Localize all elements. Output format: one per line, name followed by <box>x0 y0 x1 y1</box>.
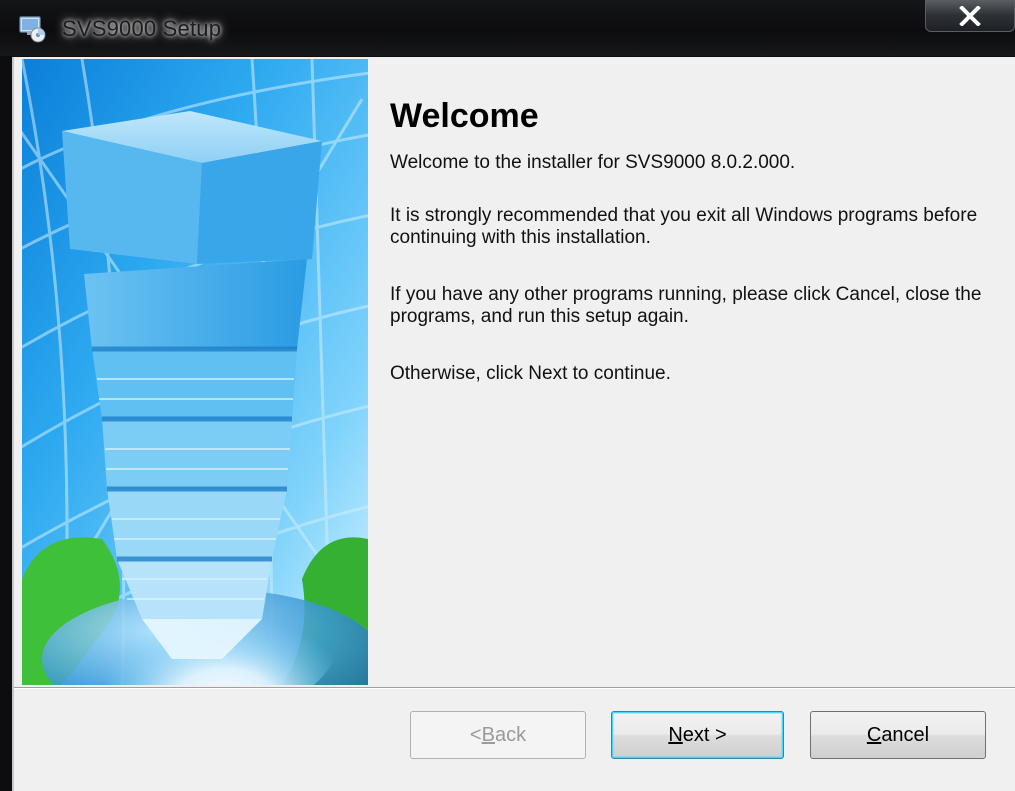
tower-globe-banner <box>22 59 368 685</box>
intro-text: Welcome to the installer for SVS9000 8.0… <box>390 152 796 173</box>
setup-window: SVS9000 Setup Welcome Welcome to the ins… <box>0 0 1015 791</box>
back-button[interactable]: < Back <box>410 711 586 759</box>
cancel-button-mnemonic: C <box>866 723 882 746</box>
back-button-prefix: < <box>469 723 482 746</box>
installer-app-icon <box>18 14 48 44</box>
continue-hint-text: Otherwise, click Next to continue. <box>390 363 671 384</box>
wizard-client-area: Welcome Welcome to the installer for SVS… <box>12 57 1015 791</box>
page-title: Welcome <box>390 97 539 135</box>
cancel-button[interactable]: Cancel <box>810 711 986 759</box>
title-bar[interactable]: SVS9000 Setup <box>0 0 1015 56</box>
close-button[interactable] <box>925 0 1015 32</box>
next-button[interactable]: Next > <box>611 711 784 759</box>
window-title: SVS9000 Setup <box>62 16 222 41</box>
close-icon <box>959 6 981 26</box>
recommendation-text: It is strongly recommended that you exit… <box>390 205 978 248</box>
cancel-button-rest: ancel <box>881 723 930 746</box>
back-button-rest: ack <box>494 723 527 746</box>
next-button-mnemonic: N <box>668 723 683 746</box>
back-button-mnemonic: B <box>481 723 495 746</box>
button-divider <box>14 687 1015 689</box>
next-button-rest: ext > <box>682 723 727 746</box>
running-programs-text: If you have any other programs running, … <box>390 284 982 327</box>
